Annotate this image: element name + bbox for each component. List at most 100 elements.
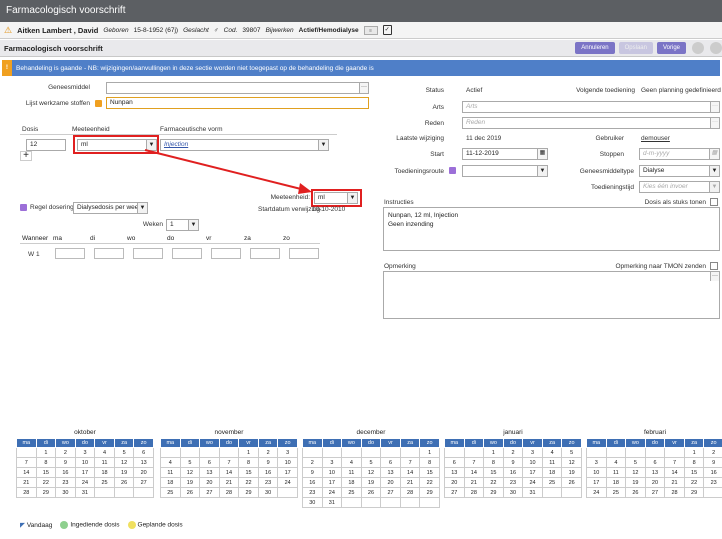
calendar-day[interactable]: 26 bbox=[561, 477, 582, 488]
calendar-day[interactable]: 5 bbox=[113, 447, 135, 458]
calendar-day[interactable]: 10 bbox=[74, 457, 96, 468]
calendar-day[interactable]: 16 bbox=[703, 467, 722, 478]
browse-icon[interactable]: ··· bbox=[710, 102, 719, 112]
calendar-day[interactable]: 11 bbox=[605, 467, 627, 478]
calendar-day[interactable]: 23 bbox=[502, 477, 524, 488]
calendar-day[interactable]: 1 bbox=[483, 447, 504, 458]
calendar-day[interactable]: 17 bbox=[522, 467, 543, 478]
doctor-input[interactable]: Arts ··· bbox=[462, 101, 720, 113]
chevron-down-icon[interactable]: ▼ bbox=[709, 166, 719, 176]
week-cell-di[interactable] bbox=[94, 248, 124, 259]
calendar-day[interactable]: 12 bbox=[113, 457, 135, 468]
calendar-day[interactable]: 3 bbox=[522, 447, 543, 458]
calendar-day[interactable]: 29 bbox=[683, 487, 705, 498]
calendar-day[interactable]: 13 bbox=[199, 467, 220, 478]
calendar-day[interactable]: 31 bbox=[321, 497, 343, 508]
calendar-day[interactable]: 15 bbox=[238, 467, 259, 478]
calendar-day[interactable]: 8 bbox=[483, 457, 504, 468]
calendar-day[interactable]: 17 bbox=[586, 477, 607, 488]
calendar-day[interactable]: 25 bbox=[541, 477, 563, 488]
calendar-day[interactable]: 30 bbox=[502, 487, 524, 498]
calendar-day[interactable]: 27 bbox=[444, 487, 465, 498]
calendar-day[interactable]: 15 bbox=[683, 467, 705, 478]
calendar-day[interactable]: 2 bbox=[302, 457, 323, 468]
calendar-day[interactable]: 29 bbox=[483, 487, 504, 498]
calendar-day[interactable]: 16 bbox=[302, 477, 323, 488]
stop-input[interactable]: d-m-yyyy ▦ bbox=[639, 148, 720, 160]
calendar-day[interactable]: 11 bbox=[541, 457, 563, 468]
calendar-day[interactable]: 13 bbox=[380, 467, 401, 478]
calendar-day[interactable]: 27 bbox=[133, 477, 154, 488]
calendar-day[interactable]: 8 bbox=[683, 457, 705, 468]
calendar-day[interactable]: 17 bbox=[74, 467, 96, 478]
calendar-icon[interactable]: ▦ bbox=[537, 149, 547, 159]
instructions-textarea[interactable]: Nunpan, 12 ml, Injection Geen inzending bbox=[383, 207, 720, 251]
browse-icon[interactable]: ··· bbox=[710, 118, 719, 128]
calendar-day[interactable]: 21 bbox=[664, 477, 685, 488]
calendar-day[interactable]: 13 bbox=[133, 457, 154, 468]
calendar-day[interactable]: 24 bbox=[522, 477, 543, 488]
calendar-day[interactable]: 16 bbox=[502, 467, 524, 478]
calendar-day[interactable]: 3 bbox=[277, 447, 298, 458]
calendar-day[interactable]: 21 bbox=[399, 477, 421, 488]
calendar-day[interactable]: 15 bbox=[483, 467, 504, 478]
calendar-day[interactable]: 27 bbox=[380, 487, 401, 498]
weeks-select[interactable]: 1 ▼ bbox=[166, 219, 199, 231]
calendar-day[interactable]: 14 bbox=[16, 467, 37, 478]
week-cell-vr[interactable] bbox=[211, 248, 241, 259]
calendar-day[interactable]: 5 bbox=[360, 457, 382, 468]
calendar-day[interactable]: 20 bbox=[133, 467, 154, 478]
type-select[interactable]: Dialyse ▼ bbox=[639, 165, 720, 177]
calendar-day[interactable]: 9 bbox=[302, 467, 323, 478]
calendar-day[interactable]: 15 bbox=[35, 467, 57, 478]
calendar-day[interactable]: 2 bbox=[55, 447, 76, 458]
calendar-day[interactable]: 30 bbox=[55, 487, 76, 498]
calendar-day[interactable]: 28 bbox=[16, 487, 37, 498]
calendar-day[interactable]: 10 bbox=[522, 457, 543, 468]
calendar-day[interactable]: 7 bbox=[16, 457, 37, 468]
calendar-day[interactable]: 13 bbox=[444, 467, 465, 478]
calendar-day[interactable]: 18 bbox=[541, 467, 563, 478]
calendar-day[interactable]: 21 bbox=[16, 477, 37, 488]
calendar-day[interactable]: 6 bbox=[380, 457, 401, 468]
tmon-checkbox[interactable] bbox=[710, 262, 718, 270]
pieces-checkbox[interactable] bbox=[710, 198, 718, 206]
calendar-day[interactable]: 2 bbox=[257, 447, 279, 458]
week-cell-do[interactable] bbox=[172, 248, 202, 259]
calendar-day[interactable]: 18 bbox=[605, 477, 627, 488]
calendar-day[interactable]: 22 bbox=[683, 477, 705, 488]
calendar-day[interactable]: 3 bbox=[586, 457, 607, 468]
calendar-day[interactable]: 7 bbox=[218, 457, 240, 468]
calendar-day[interactable]: 12 bbox=[360, 467, 382, 478]
calendar-day[interactable]: 27 bbox=[199, 487, 220, 498]
calendar-day[interactable]: 4 bbox=[541, 447, 563, 458]
calendar-day[interactable]: 17 bbox=[321, 477, 343, 488]
calendar-day[interactable]: 15 bbox=[419, 467, 440, 478]
calendar-day[interactable]: 17 bbox=[277, 467, 298, 478]
route-select[interactable]: ▼ bbox=[462, 165, 548, 177]
calendar-day[interactable]: 4 bbox=[605, 457, 627, 468]
calendar-day[interactable]: 29 bbox=[419, 487, 440, 498]
calendar-day[interactable]: 2 bbox=[703, 447, 722, 458]
calendar-day[interactable]: 18 bbox=[94, 467, 115, 478]
calendar-day[interactable]: 19 bbox=[360, 477, 382, 488]
calendar-day[interactable]: 12 bbox=[561, 457, 582, 468]
calendar-day[interactable]: 6 bbox=[199, 457, 220, 468]
calendar-day[interactable]: 20 bbox=[380, 477, 401, 488]
calendar-day[interactable]: 14 bbox=[218, 467, 240, 478]
calendar-day[interactable]: 7 bbox=[399, 457, 421, 468]
calendar-day[interactable]: 23 bbox=[302, 487, 323, 498]
calendar-day[interactable]: 9 bbox=[502, 457, 524, 468]
calendar-day[interactable]: 12 bbox=[179, 467, 201, 478]
browse-icon[interactable]: ··· bbox=[710, 272, 719, 281]
calendar-icon[interactable]: ▦ bbox=[709, 149, 719, 159]
calendar-day[interactable]: 9 bbox=[703, 457, 722, 468]
calendar-day[interactable]: 7 bbox=[664, 457, 685, 468]
user-value[interactable]: demouser bbox=[641, 135, 670, 142]
calendar-day[interactable]: 14 bbox=[664, 467, 685, 478]
calendar-day[interactable]: 24 bbox=[321, 487, 343, 498]
calendar-day[interactable]: 24 bbox=[586, 487, 607, 498]
calendar-day[interactable]: 1 bbox=[683, 447, 705, 458]
calendar-day[interactable]: 3 bbox=[321, 457, 343, 468]
calendar-day[interactable]: 5 bbox=[179, 457, 201, 468]
